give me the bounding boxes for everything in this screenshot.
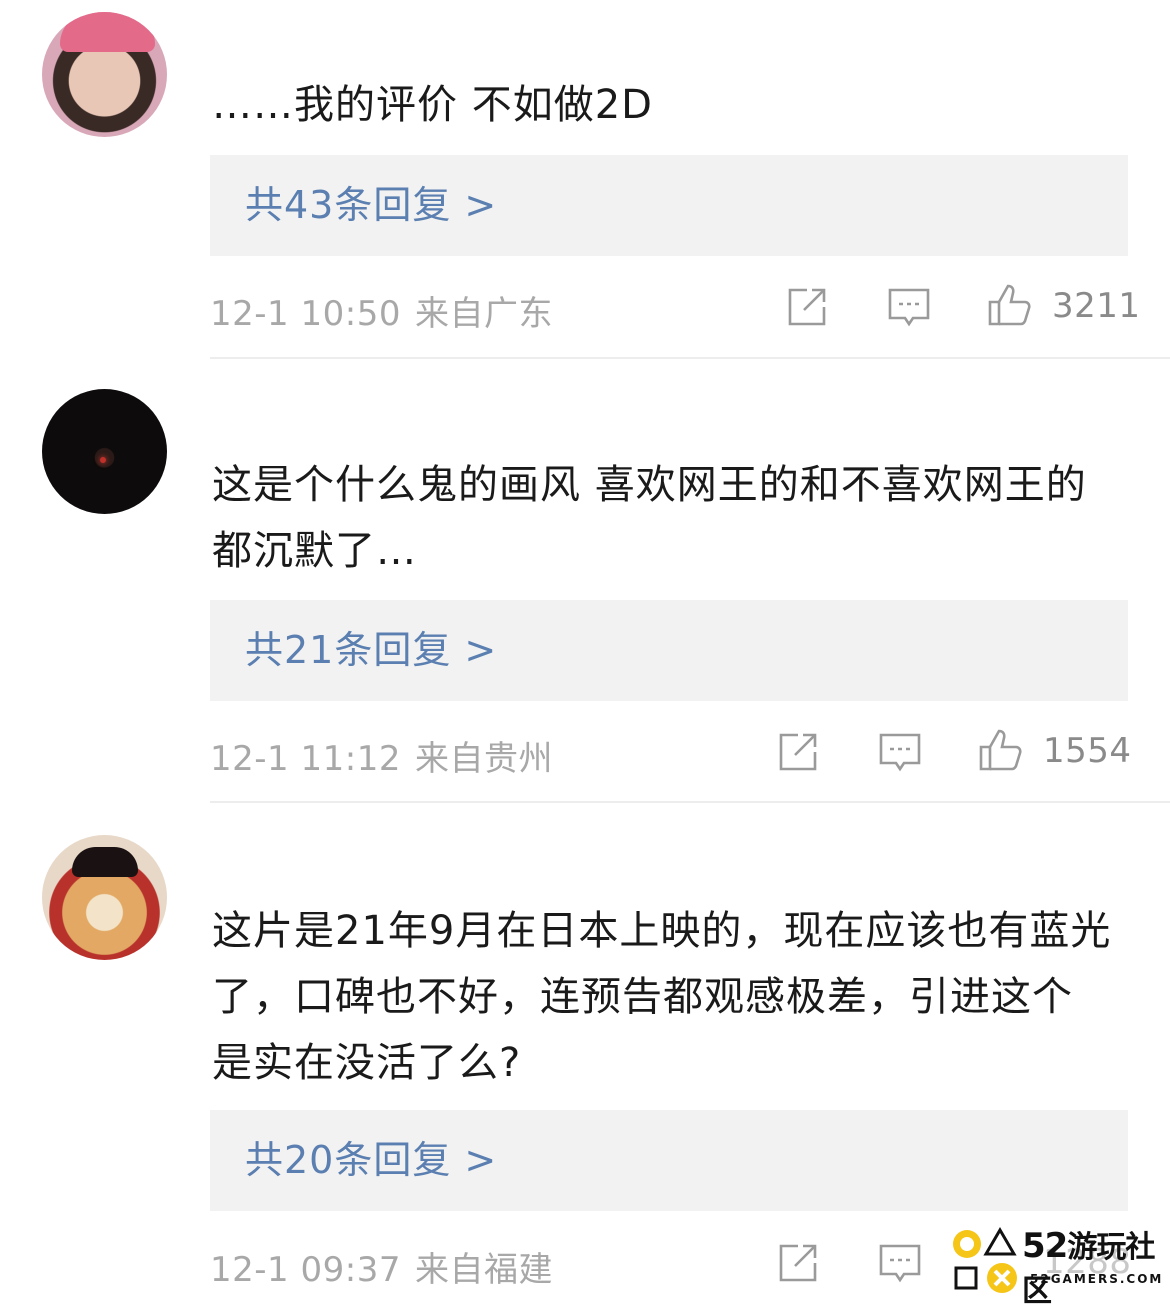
divider xyxy=(210,801,1170,803)
reply-box[interactable]: 共43条回复 > xyxy=(210,155,1128,256)
like-count: 3211 xyxy=(1052,286,1141,326)
comment-icon[interactable] xyxy=(878,730,922,774)
comment-location: 来自广东 xyxy=(414,294,553,334)
like-count: 1554 xyxy=(1043,731,1132,771)
comment-time: 12-1 10:50 xyxy=(210,294,401,334)
avatar[interactable] xyxy=(42,835,167,960)
share-icon[interactable] xyxy=(776,730,820,774)
reply-box[interactable]: 共20条回复 > xyxy=(210,1110,1128,1211)
comment-icon[interactable] xyxy=(887,285,931,329)
share-icon[interactable] xyxy=(785,285,829,329)
avatar[interactable] xyxy=(42,389,167,514)
thumbs-up-icon[interactable] xyxy=(987,283,1031,327)
divider xyxy=(210,357,1170,359)
comment-meta: 12-1 11:12 来自贵州 xyxy=(210,731,553,780)
thumbs-up-icon[interactable] xyxy=(978,728,1022,772)
gamepad-symbols-icon xyxy=(953,1227,1017,1293)
watermark-logo: 52游玩社区 52GAMERS.COM xyxy=(950,1222,1170,1309)
comment-text: 这是个什么鬼的画风 喜欢网王的和不喜欢网王的都沉默了… xyxy=(212,462,1087,574)
view-replies-link[interactable]: 共20条回复 > xyxy=(245,1110,497,1211)
comment-meta: 12-1 09:37 来自福建 xyxy=(210,1242,553,1291)
comment-text: ……我的评价 不如做2D xyxy=(212,82,653,128)
comment-meta: 12-1 10:50 来自广东 xyxy=(210,286,553,335)
comment-icon[interactable] xyxy=(878,1241,922,1285)
view-replies-link[interactable]: 共21条回复 > xyxy=(245,600,497,701)
comment-text: 这片是21年9月在日本上映的，现在应该也有蓝光了，口碑也不好，连预告都观感极差，… xyxy=(212,908,1112,1086)
view-replies-link[interactable]: 共43条回复 > xyxy=(245,155,497,256)
watermark-subtitle: 52GAMERS.COM xyxy=(1030,1272,1164,1286)
watermark-title: 52游玩社区 xyxy=(1022,1226,1155,1309)
share-icon[interactable] xyxy=(776,1241,820,1285)
comment-time: 12-1 09:37 xyxy=(210,1250,401,1290)
reply-box[interactable]: 共21条回复 > xyxy=(210,600,1128,701)
comment-time: 12-1 11:12 xyxy=(210,739,401,779)
avatar[interactable] xyxy=(42,12,167,137)
comment-location: 来自福建 xyxy=(414,1250,553,1290)
comment-location: 来自贵州 xyxy=(414,739,553,779)
